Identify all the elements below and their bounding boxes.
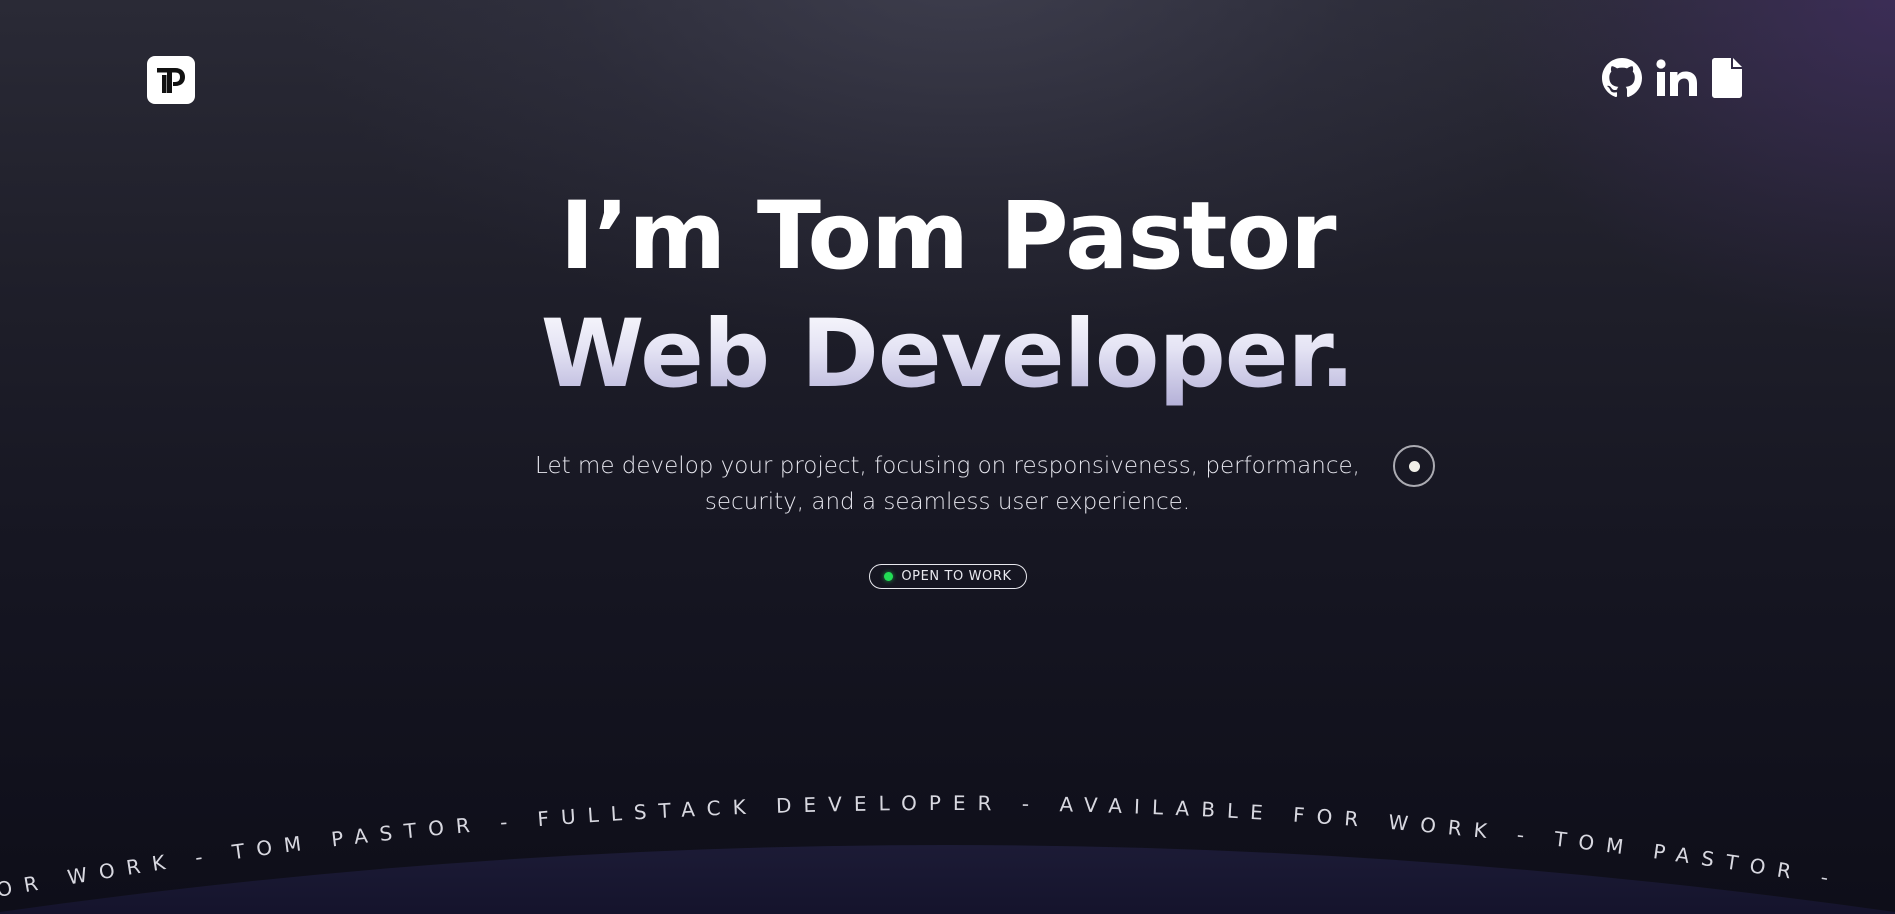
github-icon	[1602, 58, 1642, 98]
site-logo[interactable]	[147, 56, 195, 104]
github-link[interactable]	[1602, 58, 1642, 98]
status-dot-icon	[884, 572, 894, 581]
hero-title-name: I’m Tom Pastor	[559, 182, 1337, 291]
hero-subtitle: Let me develop your project, focusing on…	[0, 448, 1895, 520]
hero-subtitle-line-1: Let me develop your project, focusing on…	[535, 453, 1360, 479]
marquee-textpath: OR WORK - TOM PASTOR - FULLSTACK DEVELOP…	[0, 791, 1830, 902]
social-links	[1602, 58, 1742, 98]
hero-title-role: Web Developer.	[0, 296, 1895, 414]
resume-link[interactable]	[1712, 58, 1742, 98]
bottom-arc-shape	[0, 845, 1895, 914]
hero-subtitle-line-2: security, and a seamless user experience…	[704, 489, 1191, 515]
document-icon	[1712, 58, 1742, 98]
linkedin-icon	[1656, 59, 1697, 96]
hero-heading: I’m Tom Pastor Web Developer.	[0, 178, 1895, 414]
linkedin-link[interactable]	[1656, 58, 1698, 98]
open-to-work-badge: OPEN TO WORK	[869, 564, 1027, 589]
tp-monogram-logo-icon	[157, 68, 185, 93]
cursor-dot	[1408, 460, 1420, 472]
marquee-text: OR WORK - TOM PASTOR - FULLSTACK DEVELOP…	[0, 791, 1842, 902]
status-label: OPEN TO WORK	[901, 569, 1012, 584]
custom-cursor-icon	[1393, 445, 1435, 487]
